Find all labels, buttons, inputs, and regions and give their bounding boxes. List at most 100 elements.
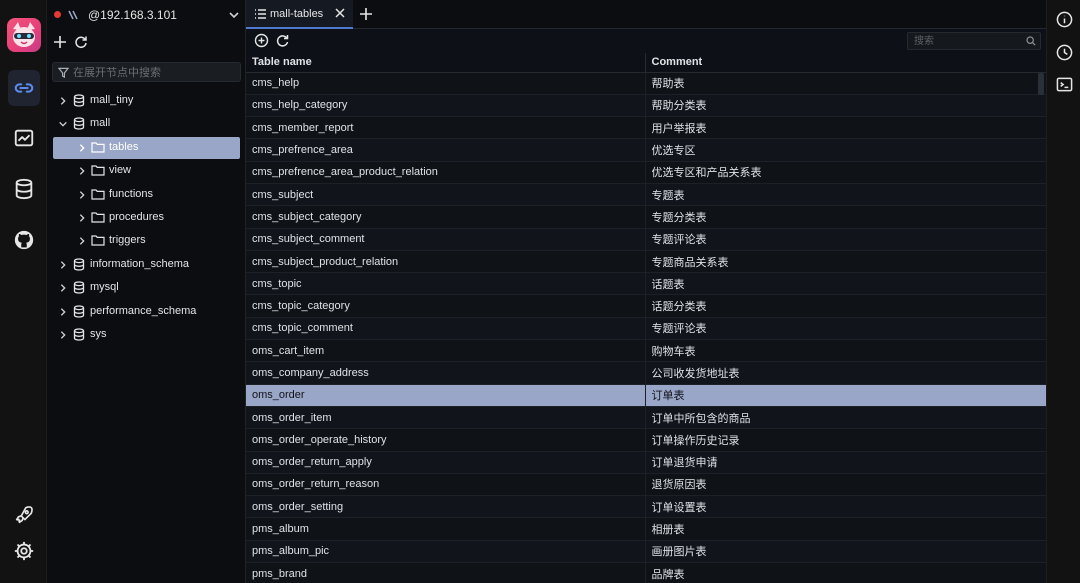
table-row[interactable]: cms_subject_comment 专题评论表 [246, 228, 1046, 251]
tree-node-performance-schema[interactable]: performance_schema [47, 301, 246, 323]
chevron-down-icon[interactable] [228, 9, 240, 21]
vertical-scrollbar[interactable] [1038, 73, 1044, 95]
table-row[interactable]: cms_topic_comment 专题评论表 [246, 317, 1046, 341]
table-row[interactable]: pms_album_pic 画册图片表 [246, 540, 1046, 564]
chevron-right-icon[interactable] [58, 307, 68, 317]
table-row[interactable]: cms_subject_category 专题分类表 [246, 205, 1046, 229]
settings-nav-button[interactable] [0, 533, 47, 569]
table-row[interactable]: cms_subject_product_relation 专题商品关系表 [246, 250, 1046, 274]
table-row[interactable]: cms_prefrence_area_product_relation 优选专区和… [246, 161, 1046, 184]
new-tab-icon[interactable] [358, 6, 374, 22]
github-nav-button[interactable] [0, 222, 47, 258]
terminal-icon[interactable] [1056, 76, 1073, 96]
table-name-cell[interactable]: cms_prefrence_area [246, 138, 646, 162]
table-row[interactable]: oms_order_item 订单中所包含的商品 [246, 406, 1046, 430]
column-header-table-name[interactable]: Table name [246, 53, 646, 73]
table-comment-cell[interactable]: 画册图片表 [645, 540, 1046, 564]
table-search-input[interactable] [914, 34, 1024, 48]
table-name-cell[interactable]: cms_subject_product_relation [246, 250, 646, 274]
table-comment-cell[interactable]: 品牌表 [645, 562, 1046, 583]
table-name-cell[interactable]: cms_subject_comment [246, 228, 646, 251]
table-row[interactable]: oms_order 订单表 [246, 384, 1046, 407]
table-name-cell[interactable]: oms_order_return_apply [246, 451, 646, 474]
table-name-cell[interactable]: cms_subject_category [246, 205, 646, 229]
tree-node-mall[interactable]: mall [47, 113, 246, 135]
table-row[interactable]: oms_order_return_reason 退货原因表 [246, 473, 1046, 497]
connections-nav-button[interactable] [0, 70, 47, 106]
table-comment-cell[interactable]: 优选专区 [645, 138, 1046, 162]
table-row[interactable]: cms_help_category 帮助分类表 [246, 94, 1046, 118]
table-row[interactable]: oms_order_operate_history 订单操作历史记录 [246, 428, 1046, 452]
table-row[interactable]: cms_prefrence_area 优选专区 [246, 138, 1046, 162]
add-table-icon[interactable] [254, 33, 269, 51]
tree-node-mysql[interactable]: mysql [47, 277, 246, 299]
table-comment-cell[interactable]: 话题表 [645, 272, 1046, 296]
table-row[interactable]: pms_brand 品牌表 [246, 562, 1046, 583]
tree-node-view[interactable]: view [47, 160, 246, 182]
table-row[interactable]: oms_order_return_apply 订单退货申请 [246, 451, 1046, 474]
table-comment-cell[interactable]: 用户举报表 [645, 116, 1046, 140]
table-name-cell[interactable]: pms_album_pic [246, 540, 646, 564]
table-comment-cell[interactable]: 专题评论表 [645, 317, 1046, 341]
tab-mall-tables[interactable]: mall-tables [246, 0, 353, 29]
table-name-cell[interactable]: oms_order_operate_history [246, 428, 646, 452]
table-name-cell[interactable]: oms_company_address [246, 361, 646, 385]
chevron-down-icon[interactable] [58, 119, 68, 129]
tree-node-information-schema[interactable]: information_schema [47, 254, 246, 276]
table-name-cell[interactable]: oms_order [246, 384, 646, 407]
tree-node-functions[interactable]: functions [47, 184, 246, 206]
table-name-cell[interactable]: cms_topic_comment [246, 317, 646, 341]
tree-node-sys[interactable]: sys [47, 324, 246, 346]
table-comment-cell[interactable]: 帮助表 [645, 72, 1046, 95]
tree-node-mall-tiny[interactable]: mall_tiny [47, 90, 246, 112]
chevron-right-icon[interactable] [77, 143, 87, 153]
table-row[interactable]: cms_topic_category 话题分类表 [246, 294, 1046, 318]
refresh-tables-icon[interactable] [275, 33, 290, 51]
table-row[interactable]: cms_topic 话题表 [246, 272, 1046, 296]
table-row[interactable]: cms_subject 专题表 [246, 183, 1046, 207]
chevron-right-icon[interactable] [77, 213, 87, 223]
add-icon[interactable] [53, 35, 67, 52]
chevron-right-icon[interactable] [77, 236, 87, 246]
table-name-cell[interactable]: oms_order_item [246, 406, 646, 430]
table-comment-cell[interactable]: 相册表 [645, 517, 1046, 541]
table-row[interactable]: cms_help 帮助表 [246, 72, 1046, 95]
table-name-cell[interactable]: pms_album [246, 517, 646, 541]
search-icon[interactable] [1026, 36, 1036, 46]
tree-node-triggers[interactable]: triggers [47, 230, 246, 252]
tree-filter-input[interactable] [73, 65, 233, 80]
table-comment-cell[interactable]: 专题商品关系表 [645, 250, 1046, 274]
history-icon[interactable] [1056, 44, 1073, 64]
table-name-cell[interactable]: cms_topic_category [246, 294, 646, 318]
chevron-right-icon[interactable] [77, 190, 87, 200]
table-comment-cell[interactable]: 购物车表 [645, 339, 1046, 363]
connection-selector[interactable]: @192.168.3.101 [47, 0, 246, 30]
table-name-cell[interactable]: cms_help [246, 72, 646, 95]
table-name-cell[interactable]: oms_order_return_reason [246, 473, 646, 497]
table-comment-cell[interactable]: 订单退货申请 [645, 451, 1046, 474]
table-comment-cell[interactable]: 话题分类表 [645, 294, 1046, 318]
chevron-right-icon[interactable] [58, 96, 68, 106]
table-comment-cell[interactable]: 优选专区和产品关系表 [645, 161, 1046, 184]
table-row[interactable]: oms_order_setting 订单设置表 [246, 495, 1046, 519]
table-comment-cell[interactable]: 订单表 [645, 384, 1046, 407]
table-name-cell[interactable]: cms_member_report [246, 116, 646, 140]
launch-nav-button[interactable] [0, 497, 47, 533]
table-name-cell[interactable]: pms_brand [246, 562, 646, 583]
chevron-right-icon[interactable] [77, 166, 87, 176]
table-comment-cell[interactable]: 专题分类表 [645, 205, 1046, 229]
chevron-right-icon[interactable] [58, 260, 68, 270]
info-icon[interactable] [1056, 11, 1073, 31]
table-comment-cell[interactable]: 专题评论表 [645, 228, 1046, 251]
tree-node-procedures[interactable]: procedures [47, 207, 246, 229]
chevron-right-icon[interactable] [58, 330, 68, 340]
table-comment-cell[interactable]: 订单设置表 [645, 495, 1046, 519]
table-row[interactable]: pms_album 相册表 [246, 517, 1046, 541]
table-row[interactable]: oms_company_address 公司收发货地址表 [246, 361, 1046, 385]
column-header-comment[interactable]: Comment [645, 53, 1046, 73]
table-row[interactable]: cms_member_report 用户举报表 [246, 116, 1046, 140]
table-comment-cell[interactable]: 专题表 [645, 183, 1046, 207]
chevron-right-icon[interactable] [58, 283, 68, 293]
tree-node-tables[interactable]: tables [53, 136, 240, 159]
table-comment-cell[interactable]: 订单操作历史记录 [645, 428, 1046, 452]
